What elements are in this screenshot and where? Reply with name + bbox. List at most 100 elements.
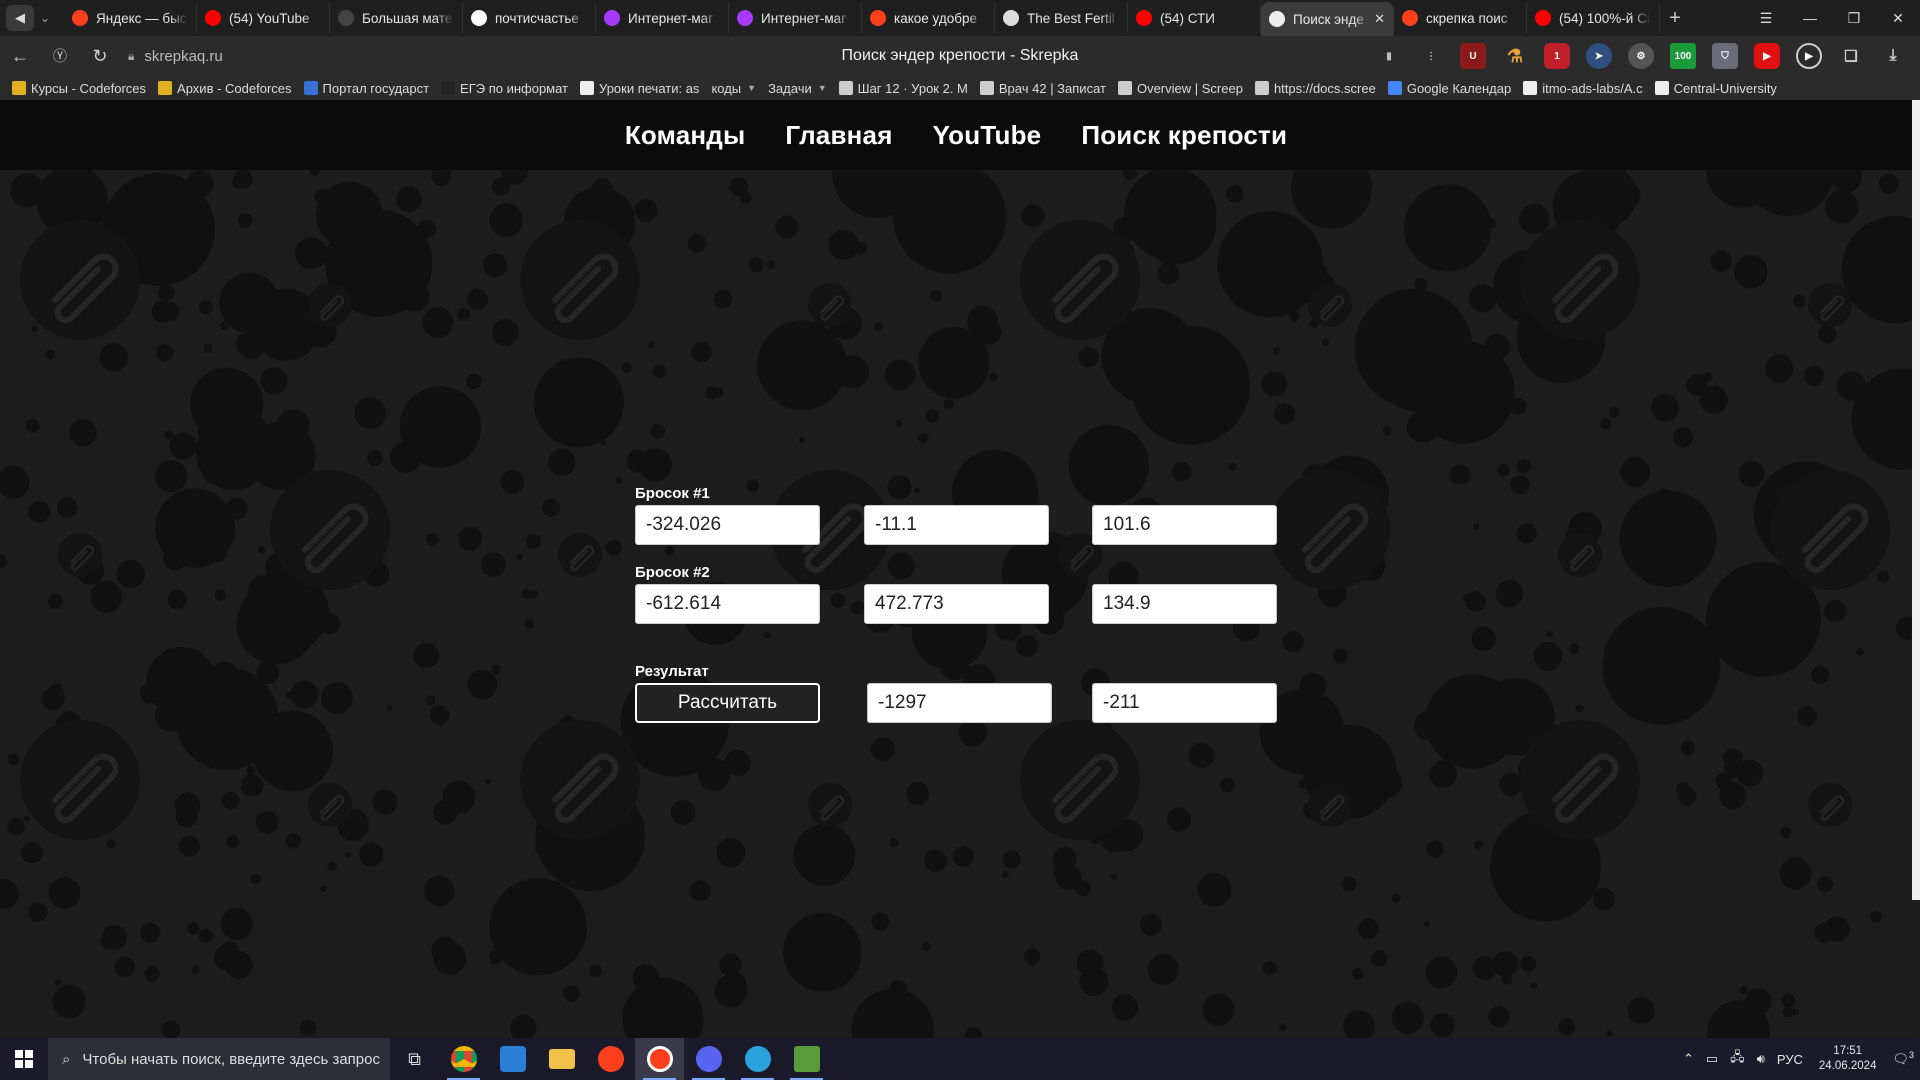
- throw-1-y-input[interactable]: [864, 505, 1049, 545]
- language-indicator[interactable]: РУС: [1777, 1052, 1803, 1067]
- cursor-icon[interactable]: ➤: [1586, 43, 1612, 69]
- browser-tab[interactable]: Поиск энде ✕: [1261, 2, 1394, 36]
- task-view-icon[interactable]: ⧉: [390, 1038, 439, 1080]
- shield-red-icon[interactable]: 1: [1544, 43, 1570, 69]
- throw-1-x-input[interactable]: [635, 505, 820, 545]
- pattern-dot: [167, 589, 187, 610]
- chrome-icon[interactable]: [439, 1038, 488, 1080]
- ublock-icon[interactable]: U: [1460, 43, 1486, 69]
- close-tab-icon[interactable]: ✕: [1374, 11, 1385, 27]
- scrollbar[interactable]: [1912, 100, 1920, 900]
- flask-icon[interactable]: ⚗: [1502, 43, 1528, 69]
- calculate-button[interactable]: Рассчитать: [635, 683, 820, 723]
- new-tab-button[interactable]: +: [1660, 7, 1690, 30]
- telegram-icon[interactable]: [733, 1038, 782, 1080]
- tab-actions-icon[interactable]: ◀: [6, 5, 34, 31]
- bookmark-item[interactable]: Портал государст: [303, 81, 429, 96]
- bookmark-item[interactable]: Overview | Screep: [1117, 81, 1243, 96]
- bookmark-item[interactable]: ЕГЭ по информат: [441, 81, 568, 96]
- volume-icon[interactable]: 🔊︎: [1757, 1051, 1765, 1067]
- yandex-browser-icon[interactable]: [635, 1038, 684, 1080]
- back-arrow-icon[interactable]: ←: [0, 46, 40, 67]
- pattern-dot: [457, 307, 471, 321]
- pattern-dot: [1430, 1012, 1455, 1037]
- discord-icon[interactable]: [684, 1038, 733, 1080]
- bookmark-item[interactable]: Уроки печати: as: [580, 81, 699, 96]
- download-icon[interactable]: ⤓: [1880, 43, 1906, 69]
- bookmark-icon[interactable]: ▮: [1376, 43, 1402, 69]
- browser-tab[interactable]: (54) 100%-й Сі: [1527, 3, 1660, 33]
- browser-tab[interactable]: какое удобре: [862, 3, 995, 33]
- bookmark-item[interactable]: Архив - Codeforces: [158, 81, 292, 96]
- bookmark-item[interactable]: Google Календар: [1387, 81, 1511, 96]
- collections-icon[interactable]: ❏: [1838, 43, 1864, 69]
- bookmark-item[interactable]: Шаг 12 · Урок 2. М: [838, 81, 968, 96]
- minecraft-icon[interactable]: [782, 1038, 831, 1080]
- counter-extension-icon[interactable]: 100: [1670, 43, 1696, 69]
- nav-link-commands[interactable]: Команды: [625, 120, 746, 151]
- throw-2-y-input[interactable]: [864, 584, 1049, 624]
- browser-tab[interactable]: Интернет-маг: [596, 3, 729, 33]
- store-icon[interactable]: [488, 1038, 537, 1080]
- wildberries-icon: [604, 10, 620, 26]
- nav-link-home[interactable]: Главная: [785, 120, 892, 151]
- youtube-extension-icon[interactable]: ▶: [1754, 43, 1780, 69]
- pattern-dot: [871, 912, 890, 931]
- pattern-dot: [1546, 630, 1553, 638]
- bookmark-folder[interactable]: Задачи ▼: [768, 81, 827, 96]
- nav-link-youtube[interactable]: YouTube: [933, 120, 1042, 151]
- browser-tab[interactable]: скрепка поис: [1394, 3, 1527, 33]
- pattern-dot: [210, 546, 227, 562]
- pattern-dot: [246, 765, 256, 775]
- bookmark-item[interactable]: Central-University: [1654, 81, 1777, 96]
- windows-start-icon[interactable]: [0, 1038, 48, 1080]
- minimize-button[interactable]: —: [1788, 10, 1832, 26]
- menu-icon[interactable]: ☰: [1744, 10, 1788, 27]
- browser-tab[interactable]: (54) СТИ: [1128, 3, 1261, 33]
- result-z-output[interactable]: [1092, 683, 1277, 723]
- pattern-dot: [1468, 284, 1498, 313]
- pattern-dot: [873, 322, 883, 331]
- tab-label: (54) 100%-й Сі: [1559, 10, 1650, 26]
- yandex-icon[interactable]: [586, 1038, 635, 1080]
- folder-icon[interactable]: [537, 1038, 586, 1080]
- pattern-dot: [924, 849, 947, 872]
- yandex-home-icon[interactable]: Ⓨ: [40, 46, 80, 66]
- nav-link-stronghold-search[interactable]: Поиск крепости: [1081, 120, 1287, 151]
- browser-tab[interactable]: Интернет-маг: [729, 3, 862, 33]
- browser-tab[interactable]: The Best Fertil: [995, 3, 1128, 33]
- close-window-button[interactable]: ✕: [1876, 10, 1920, 27]
- reload-icon[interactable]: ↻: [80, 46, 120, 67]
- pattern-dot: [798, 437, 805, 443]
- bookmark-item[interactable]: Курсы - Codeforces: [12, 81, 146, 96]
- restore-button[interactable]: ❐: [1832, 10, 1876, 27]
- more-icon[interactable]: ⋮: [1418, 43, 1444, 69]
- network-icon[interactable]: 🖧︎: [1730, 1048, 1745, 1070]
- pattern-dot: [163, 546, 187, 571]
- bookmark-folder[interactable]: коды ▼: [711, 81, 756, 96]
- url-field[interactable]: 🔒︎ skrepkaq.ru: [128, 48, 223, 65]
- gear-extension-icon[interactable]: ⚙: [1628, 43, 1654, 69]
- taskbar-search[interactable]: ⌕ Чтобы начать поиск, введите здесь запр…: [48, 1038, 390, 1080]
- clock[interactable]: 17:51 24.06.2024: [1819, 1044, 1877, 1074]
- pattern-dot: [47, 593, 63, 609]
- result-x-output[interactable]: [867, 683, 1052, 723]
- throw-2-x-input[interactable]: [635, 584, 820, 624]
- pattern-dot: [237, 213, 253, 228]
- browser-tab[interactable]: почтисчастье: [463, 3, 596, 33]
- bookmark-item[interactable]: https://docs.scree: [1254, 81, 1376, 96]
- shield-icon[interactable]: ⛉: [1712, 43, 1738, 69]
- browser-tab[interactable]: (54) YouTube: [197, 3, 330, 33]
- play-circle-icon[interactable]: ▶: [1796, 43, 1822, 69]
- browser-tab[interactable]: Яндекс — быс: [64, 3, 197, 33]
- tab-strip: Яндекс — быс (54) YouTube Большая мате почт…: [64, 0, 1660, 36]
- chevron-down-icon[interactable]: ⌄: [34, 5, 56, 31]
- battery-icon[interactable]: ▭: [1706, 1051, 1718, 1067]
- throw-1-angle-input[interactable]: [1092, 505, 1277, 545]
- throw-2-angle-input[interactable]: [1092, 584, 1277, 624]
- bookmark-item[interactable]: itmo-ads-labs/A.c: [1523, 81, 1643, 96]
- browser-tab[interactable]: Большая мате: [330, 3, 463, 33]
- bookmark-item[interactable]: Врач 42 | Записат: [979, 81, 1106, 96]
- notifications-icon[interactable]: 🗨︎3: [1892, 1050, 1914, 1067]
- chevron-up-icon[interactable]: ⌃: [1683, 1051, 1694, 1067]
